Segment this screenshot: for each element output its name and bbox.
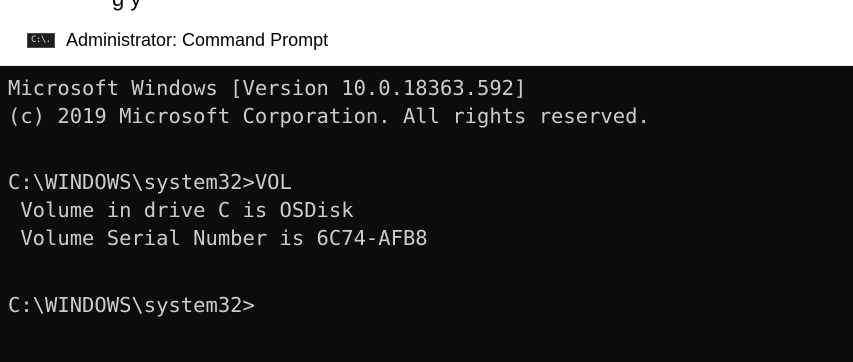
console-output[interactable]: Microsoft Windows [Version 10.0.18363.59…: [0, 66, 853, 362]
console-line: Volume in drive C is OSDisk: [8, 198, 354, 222]
command-prompt-window: g y C:\. Administrator: Command Prompt M…: [0, 0, 853, 362]
command-prompt-line[interactable]: C:\WINDOWS\system32>: [8, 293, 255, 317]
console-line: C:\WINDOWS\system32>VOL: [8, 170, 292, 194]
background-behind-window: g y: [0, 0, 853, 14]
console-line: (c) 2019 Microsoft Corporation. All righ…: [8, 104, 650, 128]
title-bar[interactable]: C:\. Administrator: Command Prompt: [0, 14, 853, 66]
background-text: g y: [112, 0, 141, 12]
console-line: Volume Serial Number is 6C74-AFB8: [8, 226, 428, 250]
console-line: Microsoft Windows [Version 10.0.18363.59…: [8, 76, 527, 100]
cmd-console-icon[interactable]: C:\.: [27, 33, 55, 48]
window-title: Administrator: Command Prompt: [66, 30, 329, 50]
cmd-icon-glyph: C:\.: [31, 35, 51, 45]
